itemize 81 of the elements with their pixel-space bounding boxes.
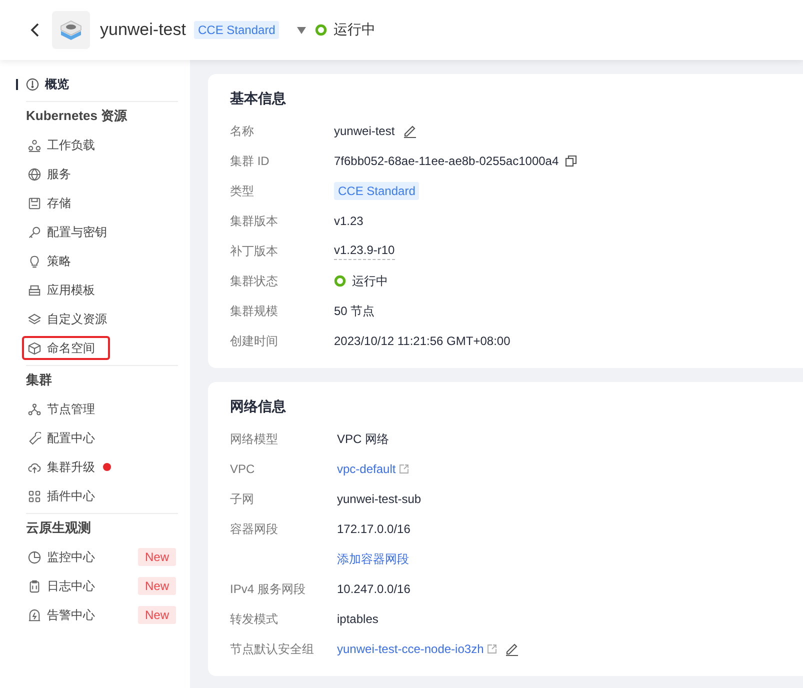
new-badge: New [138, 606, 176, 624]
card-title: 网络信息 [230, 398, 287, 416]
sidebar-item[interactable]: 概览 [0, 72, 190, 96]
sidebar-item[interactable]: 自定义资源 [22, 307, 178, 331]
field-label: 节点默认安全组 [230, 642, 314, 656]
field-value: 2023/10/12 11:21:56 GMT+08:00 [334, 334, 510, 348]
sidebar-item[interactable]: 监控中心 New [22, 545, 178, 569]
field-value: yunwei-test-sub [337, 492, 422, 506]
field-label: 类型 [230, 184, 254, 198]
grid-icon [28, 490, 41, 502]
field-label: 名称 [230, 124, 254, 138]
cloud-icon [28, 460, 41, 474]
section-heading: 云原生观测 [25, 519, 92, 537]
field-value[interactable]: v1.23.9-r10 [334, 242, 395, 260]
sidebar-item[interactable]: 存储 [22, 191, 178, 215]
cluster-type-tag: CCE Standard [194, 21, 280, 39]
back-icon[interactable] [30, 23, 40, 37]
status-text: 运行中 [333, 21, 376, 39]
field-value: iptables [337, 612, 378, 626]
key-icon [28, 226, 41, 238]
field-label: 集群状态 [230, 274, 278, 288]
link[interactable]: 添加容器网段 [337, 550, 409, 568]
field-label: 集群版本 [230, 214, 278, 228]
people-icon [28, 138, 41, 152]
field-label: 集群 ID [230, 154, 270, 168]
field-label: 子网 [230, 492, 254, 506]
field-label: 转发模式 [230, 612, 278, 626]
field-value: 10.247.0.0/16 [337, 582, 410, 596]
caret-icon[interactable] [297, 26, 306, 34]
field-label: IPv4 服务网段 [230, 582, 306, 596]
new-badge: New [138, 548, 176, 566]
cube-icon [28, 342, 41, 354]
type-tag: CCE Standard [334, 182, 420, 200]
field-label: 补丁版本 [230, 244, 278, 258]
sidebar-item[interactable]: 日志中心 New [22, 574, 178, 598]
field-value: yunwei-test [334, 124, 395, 138]
section-heading: Kubernetes 资源 [25, 107, 128, 125]
edit-icon[interactable] [402, 124, 417, 138]
field-label: VPC [230, 462, 255, 476]
field-value: 50 节点 [334, 302, 375, 320]
sidebar-item[interactable]: 插件中心 [22, 484, 178, 508]
cluster-name: yunwei-test [100, 20, 186, 40]
copy-icon[interactable] [564, 155, 577, 167]
section-heading: 集群 [24, 371, 53, 389]
field-label: 容器网段 [230, 522, 278, 536]
field-label: 创建时间 [230, 334, 278, 348]
dashboard-icon [26, 78, 39, 90]
sidebar-item[interactable]: 配置与密钥 [22, 220, 178, 244]
wrench-icon [28, 432, 41, 444]
link[interactable]: vpc-default [337, 462, 396, 476]
sidebar-item[interactable]: 配置中心 [22, 426, 178, 450]
sidebar-item[interactable]: 命名空间 [22, 336, 110, 360]
sidebar-item[interactable]: 应用模板 [22, 278, 178, 302]
globe-icon [28, 168, 41, 180]
status-icon [334, 275, 346, 287]
sidebar-item[interactable]: 服务 [22, 162, 178, 186]
nodes-icon [28, 402, 41, 416]
status-icon [315, 24, 328, 36]
sidebar-item[interactable]: 告警中心 New [22, 603, 178, 627]
status-text: 运行中 [352, 272, 388, 290]
pie-icon [28, 550, 41, 564]
bulb-icon [28, 254, 41, 268]
cluster-logo [52, 11, 90, 49]
clipboard-icon [28, 580, 41, 592]
card-title: 基本信息 [230, 90, 287, 108]
new-badge: New [138, 577, 176, 595]
sidebar-item[interactable]: 策略 [22, 249, 178, 273]
field-value: VPC 网络 [337, 430, 390, 448]
field-value: v1.23 [334, 214, 364, 228]
edit-icon[interactable] [504, 642, 519, 656]
field-value: 7f6bb052-68ae-11ee-ae8b-0255ac1000a4 [334, 154, 559, 168]
field-label: 网络模型 [230, 432, 278, 446]
alarm-icon [28, 608, 41, 622]
printer-icon [28, 284, 41, 296]
sidebar-item[interactable]: 集群升级 [22, 455, 178, 479]
sidebar-item[interactable]: 节点管理 [22, 397, 178, 421]
sidebar-item[interactable]: 工作负载 [22, 133, 178, 157]
link[interactable]: yunwei-test-cce-node-io3zh [337, 642, 484, 656]
field-value: 172.17.0.0/16 [337, 522, 410, 536]
layers-icon [28, 312, 41, 326]
field-label: 集群规模 [230, 304, 278, 318]
